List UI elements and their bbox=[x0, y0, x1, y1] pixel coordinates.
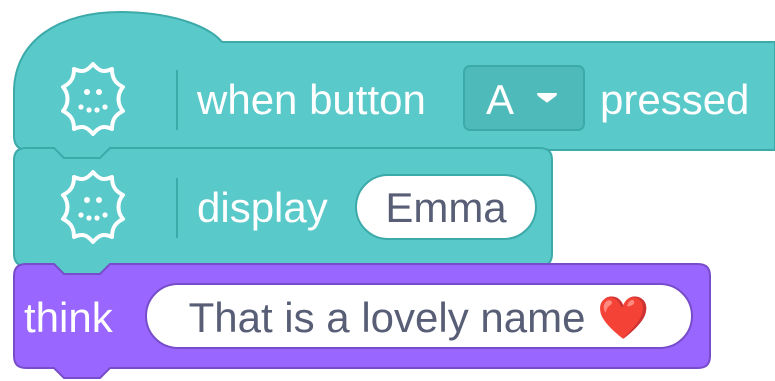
think-input-value: That is a lovely name ❤️ bbox=[189, 294, 651, 341]
display-text-input[interactable]: Emma bbox=[355, 174, 537, 240]
think-block[interactable]: think That is a lovely name ❤️ bbox=[13, 263, 711, 379]
button-dropdown-field[interactable] bbox=[463, 65, 585, 131]
pressed-label: pressed bbox=[600, 76, 749, 123]
button-dropdown-value: A bbox=[486, 76, 514, 123]
display-input-value: Emma bbox=[385, 184, 507, 231]
when-button-pressed-block[interactable]: when button A pressed bbox=[13, 10, 775, 161]
display-label: display bbox=[197, 184, 328, 231]
think-text-input[interactable]: That is a lovely name ❤️ bbox=[145, 283, 693, 349]
button-dropdown[interactable]: A bbox=[463, 65, 585, 131]
display-block[interactable]: display Emma bbox=[13, 147, 553, 277]
when-button-label: when button bbox=[196, 76, 426, 123]
think-label: think bbox=[24, 294, 114, 341]
